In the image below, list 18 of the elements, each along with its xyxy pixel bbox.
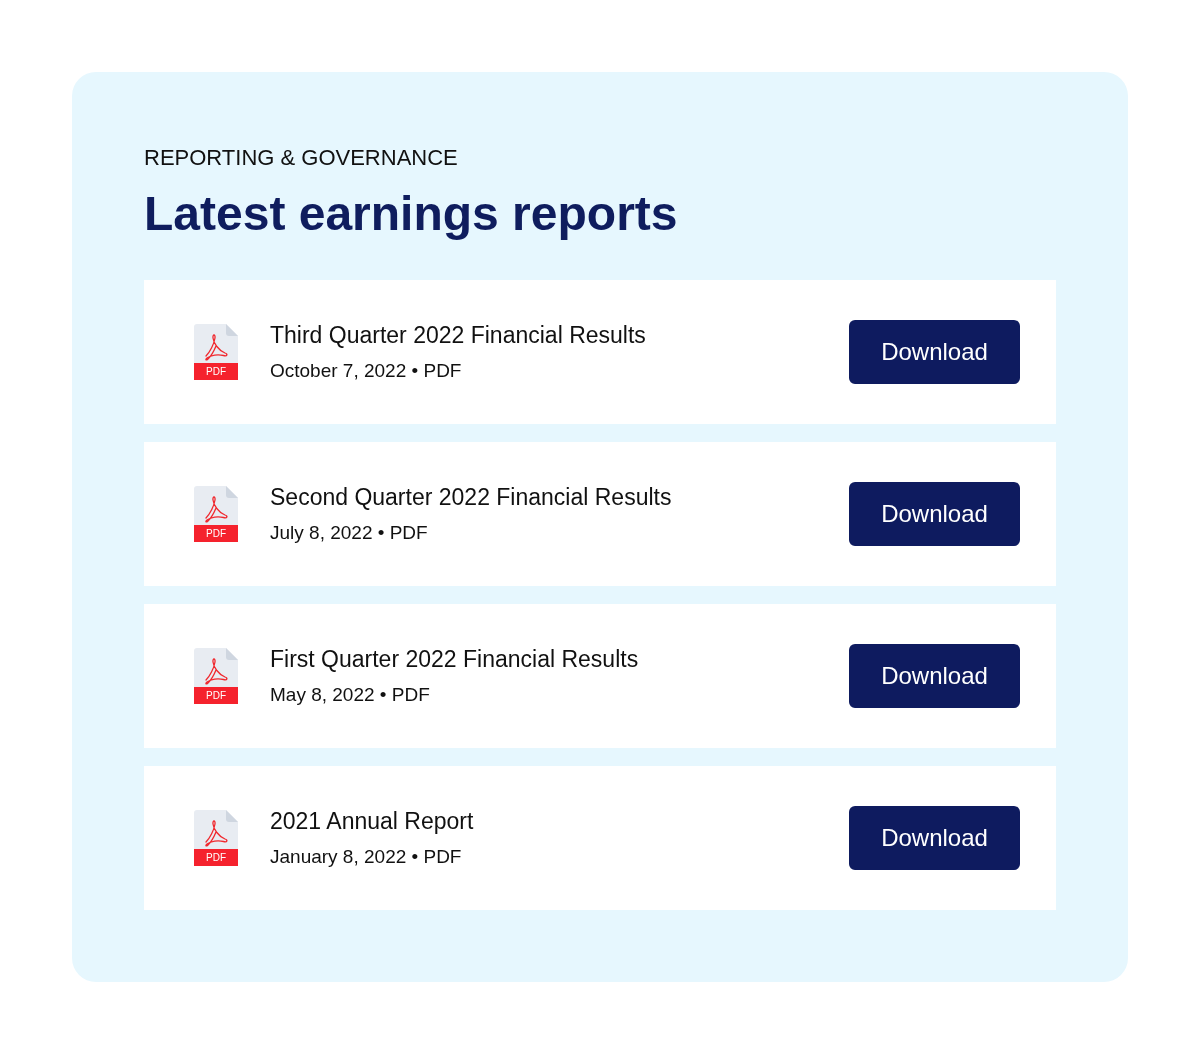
report-title: 2021 Annual Report	[270, 807, 474, 836]
download-button[interactable]: Download	[849, 806, 1020, 870]
file-type-badge: PDF	[194, 525, 238, 542]
file-type-badge: PDF	[194, 849, 238, 866]
download-button[interactable]: Download	[849, 482, 1020, 546]
section-title: Latest earnings reports	[144, 186, 678, 242]
report-title: First Quarter 2022 Financial Results	[270, 645, 639, 674]
report-date: July 8, 2022 • PDF	[270, 521, 428, 545]
file-type-badge: PDF	[194, 363, 238, 380]
download-button[interactable]: Download	[849, 320, 1020, 384]
report-title: Third Quarter 2022 Financial Results	[270, 321, 646, 350]
download-button[interactable]: Download	[849, 644, 1020, 708]
section-eyebrow: REPORTING & GOVERNANCE	[144, 144, 458, 172]
file-type-badge: PDF	[194, 687, 238, 704]
report-date: May 8, 2022 • PDF	[270, 683, 430, 707]
report-date: January 8, 2022 • PDF	[270, 845, 462, 869]
report-title: Second Quarter 2022 Financial Results	[270, 483, 672, 512]
report-date: October 7, 2022 • PDF	[270, 359, 462, 383]
